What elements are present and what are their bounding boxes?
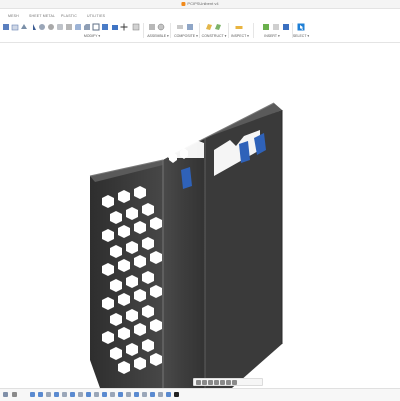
insert-image-icon[interactable] bbox=[262, 23, 270, 31]
ribbon-separator bbox=[228, 23, 229, 38]
timeline-feature-icon[interactable] bbox=[86, 392, 91, 397]
timeline-feature-icon[interactable] bbox=[158, 392, 163, 397]
pan-icon[interactable] bbox=[202, 379, 207, 385]
chevron-down-icon: ▾ bbox=[224, 34, 227, 38]
display-settings-icon[interactable] bbox=[220, 379, 225, 385]
zoom-icon[interactable] bbox=[208, 379, 213, 385]
timeline-feature-icon[interactable] bbox=[94, 392, 99, 397]
sketch-icon[interactable] bbox=[11, 23, 19, 31]
fit-icon[interactable] bbox=[214, 379, 219, 385]
timeline-feature-icon[interactable] bbox=[78, 392, 83, 397]
as-built-joint-icon[interactable] bbox=[176, 23, 184, 31]
ribbon-group-select[interactable]: SELECT ▾ bbox=[293, 34, 309, 38]
chamfer-icon[interactable] bbox=[83, 23, 91, 31]
timeline-prev-icon[interactable] bbox=[12, 392, 17, 397]
timeline-feature-icon[interactable] bbox=[150, 392, 155, 397]
timeline-feature-icon[interactable] bbox=[134, 392, 139, 397]
tab-utilities[interactable]: UTILITIES bbox=[87, 14, 105, 18]
timeline-feature-icon[interactable] bbox=[166, 392, 171, 397]
timeline-bar bbox=[0, 388, 400, 401]
timeline-feature-icon[interactable] bbox=[118, 392, 123, 397]
insert-canvas-icon[interactable] bbox=[282, 23, 290, 31]
scale-icon[interactable] bbox=[101, 23, 109, 31]
insert-decal-icon[interactable] bbox=[272, 23, 280, 31]
document-title: PCIPSUnibent v4 bbox=[181, 1, 219, 6]
timeline-feature-icon[interactable] bbox=[70, 392, 75, 397]
tab-mesh[interactable]: MESH bbox=[8, 14, 19, 18]
toolbar-ribbon: MODIFY ▾ ASSEMBLE ▾ COMPOSITE ▾ CONSTRUC… bbox=[0, 20, 400, 43]
ribbon-separator bbox=[199, 23, 200, 38]
grid-icon[interactable] bbox=[226, 379, 231, 385]
ribbon-group-inspect[interactable]: INSPECT ▾ bbox=[231, 34, 249, 38]
new-component-icon[interactable] bbox=[2, 23, 10, 31]
timeline-feature-icon[interactable] bbox=[126, 392, 131, 397]
ribbon-separator bbox=[143, 23, 144, 38]
timeline-feature-icon[interactable] bbox=[102, 392, 107, 397]
plane-at-angle-icon[interactable] bbox=[214, 23, 222, 31]
chevron-down-icon: ▾ bbox=[167, 34, 169, 38]
ribbon-group-modify[interactable]: MODIFY ▾ bbox=[84, 34, 100, 38]
tab-plastic[interactable]: PLASTIC bbox=[61, 14, 77, 18]
navigation-bar bbox=[193, 378, 263, 386]
timeline-feature-icon[interactable] bbox=[110, 392, 115, 397]
ribbon-group-construct[interactable]: CONSTRUCT ▾ bbox=[202, 34, 227, 38]
title-bar: PCIPSUnibent v4 bbox=[0, 0, 400, 9]
press-pull-icon[interactable] bbox=[65, 23, 73, 31]
ribbon-separator bbox=[170, 23, 171, 38]
model-psu-bracket[interactable] bbox=[0, 43, 400, 388]
new-component-asm-icon[interactable] bbox=[148, 23, 156, 31]
ribbon-group-composite[interactable]: COMPOSITE ▾ bbox=[174, 34, 198, 38]
chevron-down-icon: ▾ bbox=[196, 34, 198, 38]
canvas-viewport[interactable] bbox=[0, 43, 400, 388]
measure-icon[interactable] bbox=[235, 23, 243, 31]
joint-icon[interactable] bbox=[157, 23, 165, 31]
timeline-feature-icon[interactable] bbox=[62, 392, 67, 397]
sweep-icon[interactable] bbox=[38, 23, 46, 31]
chevron-down-icon: ▾ bbox=[307, 34, 310, 38]
timeline-marker-icon[interactable] bbox=[174, 392, 179, 397]
chevron-down-icon: ▾ bbox=[98, 34, 101, 38]
revolve-icon[interactable] bbox=[29, 23, 37, 31]
offset-plane-icon[interactable] bbox=[205, 23, 213, 31]
timeline-feature-icon[interactable] bbox=[38, 392, 43, 397]
timeline-feature-icon[interactable] bbox=[46, 392, 51, 397]
ribbon-group-assemble[interactable]: ASSEMBLE ▾ bbox=[147, 34, 169, 38]
fillet-icon[interactable] bbox=[74, 23, 82, 31]
timeline-feature-icon[interactable] bbox=[54, 392, 59, 397]
extrude-icon[interactable] bbox=[20, 23, 28, 31]
orbit-icon[interactable] bbox=[196, 379, 201, 385]
ribbon-group-insert[interactable]: INSERT ▾ bbox=[264, 34, 279, 38]
document-icon bbox=[181, 1, 186, 6]
move-icon[interactable] bbox=[120, 23, 128, 31]
align-icon[interactable] bbox=[132, 23, 140, 31]
document-title-text: PCIPSUnibent v4 bbox=[187, 1, 219, 6]
timeline-start-icon[interactable] bbox=[3, 392, 8, 397]
combine-icon[interactable] bbox=[111, 23, 119, 31]
viewports-icon[interactable] bbox=[232, 379, 237, 385]
timeline-feature-icon[interactable] bbox=[142, 392, 147, 397]
ribbon-separator bbox=[253, 23, 254, 38]
select-icon[interactable] bbox=[297, 23, 305, 31]
tab-sheet-metal[interactable]: SHEET METAL bbox=[29, 14, 55, 18]
chevron-down-icon: ▾ bbox=[247, 34, 249, 38]
chevron-down-icon: ▾ bbox=[277, 34, 280, 38]
loft-icon[interactable] bbox=[47, 23, 55, 31]
timeline-feature-icon[interactable] bbox=[30, 392, 35, 397]
shell-icon[interactable] bbox=[92, 23, 100, 31]
hole-icon[interactable] bbox=[56, 23, 64, 31]
rigid-group-icon[interactable] bbox=[186, 23, 194, 31]
